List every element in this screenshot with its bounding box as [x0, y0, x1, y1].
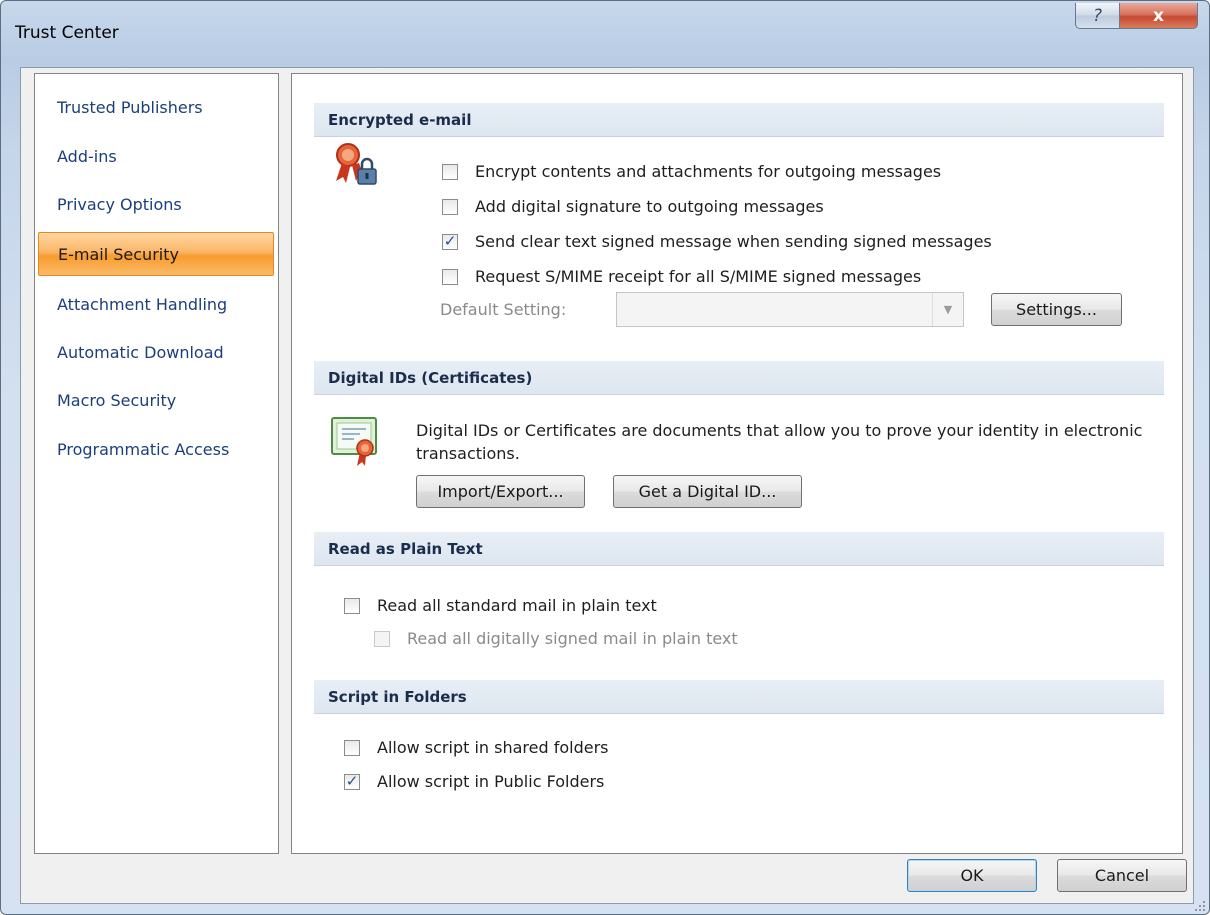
sidebar-item-automatic-download[interactable]: Automatic Download	[38, 332, 274, 372]
certificate-lock-icon	[332, 141, 380, 193]
option-add-digital-signature[interactable]: Add digital signature to outgoing messag…	[442, 197, 824, 216]
section-header-read-plain-text: Read as Plain Text	[314, 532, 1164, 566]
checkbox-add-digital-signature[interactable]	[442, 198, 458, 215]
sidebar-item-label: E-mail Security	[58, 244, 179, 264]
sidebar-item-attachment-handling[interactable]: Attachment Handling	[38, 284, 274, 324]
sidebar-item-label: Automatic Download	[57, 342, 224, 362]
sidebar-item-programmatic-access[interactable]: Programmatic Access	[38, 429, 274, 469]
checkbox-read-standard-plain-text[interactable]	[344, 597, 360, 614]
option-label: Read all digitally signed mail in plain …	[407, 629, 738, 648]
sidebar-item-add-ins[interactable]: Add-ins	[38, 136, 274, 176]
sidebar-item-label: Privacy Options	[57, 194, 182, 214]
checkbox-read-signed-plain-text	[374, 630, 390, 647]
option-allow-script-public[interactable]: ✓ Allow script in Public Folders	[344, 772, 604, 791]
dialog-body: Trusted Publishers Add-ins Privacy Optio…	[20, 67, 1194, 904]
close-icon: x	[1153, 5, 1164, 26]
option-label: Allow script in shared folders	[377, 738, 609, 757]
sidebar-item-label: Attachment Handling	[57, 294, 228, 314]
import-export-button[interactable]: Import/Export...	[416, 475, 585, 508]
option-label: Read all standard mail in plain text	[377, 596, 657, 615]
help-icon: ?	[1092, 5, 1103, 26]
option-label: Request S/MIME receipt for all S/MIME si…	[475, 267, 922, 286]
title-bar: Trust Center ? x	[1, 1, 1209, 67]
section-header-digital-ids: Digital IDs (Certificates)	[314, 361, 1164, 395]
option-label: Encrypt contents and attachments for out…	[475, 162, 942, 181]
option-encrypt-contents[interactable]: Encrypt contents and attachments for out…	[442, 162, 941, 181]
certificate-icon	[330, 416, 380, 472]
sidebar-item-macro-security[interactable]: Macro Security	[38, 380, 274, 420]
close-button[interactable]: x	[1119, 3, 1198, 29]
digital-ids-description: Digital IDs or Certificates are document…	[416, 421, 1143, 463]
checkbox-send-clear-text[interactable]: ✓	[442, 232, 458, 250]
import-export-button-label: Import/Export...	[437, 482, 564, 501]
sidebar-item-label: Programmatic Access	[57, 439, 230, 459]
default-setting-dropdown[interactable]: ▼	[616, 292, 964, 327]
checkmark-icon: ✓	[443, 232, 457, 250]
ok-button-label: OK	[960, 866, 984, 885]
chevron-down-icon: ▼	[932, 293, 963, 326]
option-read-standard-plain-text[interactable]: Read all standard mail in plain text	[344, 596, 657, 615]
ok-button[interactable]: OK	[907, 859, 1037, 892]
resize-grip-icon[interactable]	[1192, 897, 1206, 911]
section-header-script-in-folders: Script in Folders	[314, 680, 1164, 714]
sidebar-item-label: Add-ins	[57, 146, 117, 166]
checkbox-allow-script-public[interactable]: ✓	[344, 772, 360, 790]
checkbox-encrypt-contents[interactable]	[442, 163, 458, 180]
checkbox-allow-script-shared[interactable]	[344, 739, 360, 756]
sidebar-item-label: Macro Security	[57, 390, 177, 410]
option-label: Send clear text signed message when send…	[475, 232, 992, 251]
cancel-button-label: Cancel	[1094, 866, 1150, 885]
help-button[interactable]: ?	[1075, 3, 1120, 29]
checkbox-request-smime-receipt[interactable]	[442, 268, 458, 285]
section-header-encrypted-email: Encrypted e-mail	[314, 103, 1164, 137]
window-title: Trust Center	[15, 23, 119, 43]
option-send-clear-text[interactable]: ✓ Send clear text signed message when se…	[442, 232, 992, 251]
get-digital-id-button-label: Get a Digital ID...	[638, 482, 777, 501]
option-label: Allow script in Public Folders	[377, 772, 605, 791]
option-label: Add digital signature to outgoing messag…	[475, 197, 824, 216]
settings-panel: Encrypted e-mail Encrypt contents and at…	[291, 73, 1183, 854]
option-allow-script-shared[interactable]: Allow script in shared folders	[344, 738, 609, 757]
sidebar-item-trusted-publishers[interactable]: Trusted Publishers	[38, 87, 274, 127]
cancel-button[interactable]: Cancel	[1057, 859, 1187, 892]
option-read-signed-plain-text: Read all digitally signed mail in plain …	[374, 629, 738, 648]
checkmark-icon: ✓	[345, 772, 359, 790]
sidebar-item-label: Trusted Publishers	[57, 97, 203, 117]
settings-button[interactable]: Settings...	[991, 293, 1122, 326]
category-list: Trusted Publishers Add-ins Privacy Optio…	[34, 73, 279, 854]
sidebar-item-email-security[interactable]: E-mail Security	[38, 232, 274, 276]
settings-button-label: Settings...	[1016, 300, 1097, 319]
option-request-smime-receipt[interactable]: Request S/MIME receipt for all S/MIME si…	[442, 267, 921, 286]
default-setting-label: Default Setting:	[440, 300, 567, 319]
sidebar-item-privacy-options[interactable]: Privacy Options	[38, 184, 274, 224]
get-digital-id-button[interactable]: Get a Digital ID...	[613, 475, 802, 508]
trust-center-dialog: Trust Center ? x Trusted Publishers Add-…	[0, 0, 1210, 915]
